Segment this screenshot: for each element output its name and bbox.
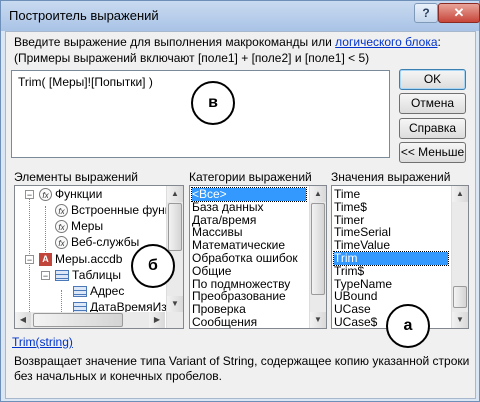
tree-line (29, 258, 30, 318)
scroll-down-icon[interactable]: ▼ (310, 312, 326, 328)
tree-item-builtin-functions[interactable]: fx Встроенные функ (55, 203, 170, 218)
scroll-thumb[interactable] (311, 203, 325, 295)
elements-label: Элементы выражений (14, 170, 138, 184)
tree-item-label: Встроенные функ (71, 203, 171, 217)
function-icon: fx (55, 236, 68, 250)
tree-item-mery-functions[interactable]: fx Меры (55, 219, 103, 234)
expression-builder-dialog: Построитель выражений ? ✕ Введите выраже… (0, 0, 480, 402)
ok-button[interactable]: OK (399, 69, 466, 90)
tree-line (45, 206, 46, 258)
categories-list[interactable]: <Все> База данных Дата/время Массивы Математ… (189, 185, 327, 329)
access-db-icon: A (39, 253, 52, 267)
window-title: Построитель выражений (9, 8, 159, 23)
categories-label: Категории выражений (189, 170, 312, 184)
scroll-down-icon[interactable]: ▼ (452, 312, 468, 328)
tree-item-label: Меры.accdb (55, 252, 123, 266)
scroll-up-icon[interactable]: ▲ (452, 186, 468, 202)
scroll-thumb[interactable] (33, 313, 123, 327)
value-item[interactable]: Trim$ (334, 264, 448, 278)
scroll-left-icon[interactable]: ◀ (15, 312, 31, 328)
scroll-up-icon[interactable]: ▲ (310, 186, 326, 202)
expression-text: Trim( [Меры]![Попытки] ) (18, 75, 153, 89)
function-icon: fx (55, 204, 68, 218)
scroll-right-icon[interactable]: ▶ (149, 312, 165, 328)
tree-item-database[interactable]: A Меры.accdb (39, 252, 122, 267)
tree-item-label: Меры (71, 219, 104, 233)
function-icon: fx (55, 220, 68, 234)
tree-line (29, 194, 30, 254)
title-bar[interactable]: Построитель выражений ? ✕ (1, 1, 480, 31)
elements-horizontal-scrollbar[interactable]: ◀ ▶ (15, 312, 165, 328)
tree-item-functions[interactable]: fx Функции (39, 187, 102, 202)
tree-item-web-services[interactable]: fx Веб-службы (55, 235, 139, 250)
instruction-line-2: (Примеры выражений включают [поле1] + [п… (14, 51, 370, 65)
scroll-thumb[interactable] (168, 203, 182, 251)
category-item[interactable]: Общие (192, 264, 306, 278)
marker-a: а (386, 304, 430, 348)
collapse-icon[interactable]: − (25, 190, 34, 200)
instruction-line-1: Введите выражение для выполнения макроко… (14, 35, 441, 49)
marker-v: в (191, 81, 235, 125)
instruction-colon: : (437, 35, 441, 49)
collapse-icon[interactable]: − (25, 255, 34, 265)
function-icon: fx (39, 188, 52, 202)
table-icon (55, 270, 69, 282)
help-title-button[interactable]: ? (414, 3, 438, 23)
tree-item-tables[interactable]: Таблицы (55, 268, 121, 283)
less-button[interactable]: << Меньше (399, 142, 466, 163)
cancel-button[interactable]: Отмена (399, 93, 466, 114)
tree-item-label: Адрес (90, 284, 125, 298)
instruction-text: Введите выражение для выполнения макроко… (14, 35, 336, 49)
function-help-link[interactable]: Trim(string) (12, 335, 73, 349)
tree-item-label: Таблицы (72, 268, 122, 282)
marker-b: б (131, 244, 175, 288)
values-label: Значения выражений (331, 170, 451, 184)
category-item[interactable]: База данных (192, 200, 306, 214)
tree-item-label: Веб-службы (71, 235, 140, 249)
help-button[interactable]: Справка (399, 118, 466, 139)
scroll-up-icon[interactable]: ▲ (167, 186, 183, 202)
scroll-down-icon[interactable]: ▼ (167, 296, 183, 312)
function-description: Возвращает значение типа Variant of Stri… (14, 354, 470, 383)
category-item[interactable]: Сообщения (192, 316, 306, 329)
close-button[interactable]: ✕ (438, 3, 480, 23)
categories-vertical-scrollbar[interactable]: ▲ ▼ (309, 186, 326, 328)
scroll-thumb[interactable] (453, 286, 467, 308)
table-icon (73, 286, 87, 298)
tree-item-table-address[interactable]: Адрес (73, 284, 124, 299)
tree-item-label: Функции (55, 187, 103, 201)
values-vertical-scrollbar[interactable]: ▲ ▼ (451, 186, 468, 328)
logical-block-link[interactable]: логического блока (335, 35, 437, 49)
value-item[interactable]: Time$ (334, 200, 448, 214)
collapse-icon[interactable]: − (41, 271, 50, 281)
